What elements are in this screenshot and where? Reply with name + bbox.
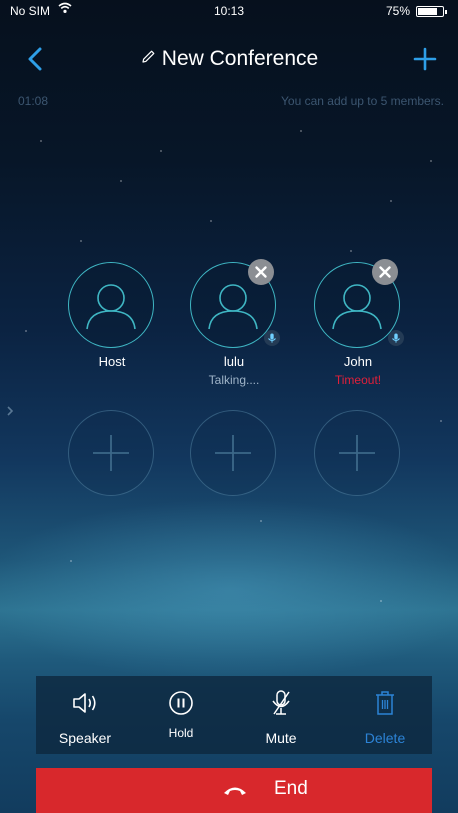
plus-icon xyxy=(339,435,375,471)
status-bar: No SIM 10:13 75% xyxy=(0,0,458,22)
pause-icon xyxy=(169,691,193,715)
avatar[interactable] xyxy=(68,262,154,348)
close-icon xyxy=(379,266,391,278)
mute-button[interactable]: Mute xyxy=(236,676,326,754)
remove-participant-button[interactable] xyxy=(248,259,274,285)
add-member-button[interactable] xyxy=(410,44,440,74)
member-limit-note: You can add up to 5 members. xyxy=(281,94,444,108)
remove-participant-button[interactable] xyxy=(372,259,398,285)
end-call-label: End xyxy=(274,778,308,799)
call-timer: 01:08 xyxy=(18,94,49,108)
add-member-slot[interactable] xyxy=(68,410,154,496)
conference-screen: No SIM 10:13 75% New Conference 01:08 Yo… xyxy=(0,0,458,813)
participant-status: Timeout! xyxy=(334,373,382,387)
call-controls: Speaker Hold Mute Delete xyxy=(36,676,432,754)
mic-off-icon xyxy=(272,690,290,715)
hold-label: Hold xyxy=(168,726,194,740)
speaker-icon xyxy=(73,693,96,713)
speaker-button[interactable]: Speaker xyxy=(40,676,130,754)
participant-name: John xyxy=(343,354,373,369)
mute-label: Mute xyxy=(265,730,297,746)
mic-icon xyxy=(264,330,280,346)
plus-icon xyxy=(413,47,437,71)
speaker-label: Speaker xyxy=(58,730,112,746)
mic-icon xyxy=(388,330,404,346)
plus-icon xyxy=(215,435,251,471)
title-bar: New Conference xyxy=(0,44,458,74)
delete-button[interactable]: Delete xyxy=(340,676,430,754)
add-member-slot[interactable] xyxy=(314,410,400,496)
trash-icon xyxy=(376,691,394,715)
person-icon xyxy=(86,284,136,330)
close-icon xyxy=(255,266,267,278)
participant-host[interactable]: Host xyxy=(62,262,162,402)
participant-name: Host xyxy=(98,354,126,369)
hang-up-icon xyxy=(224,787,246,795)
chevron-right-icon[interactable] xyxy=(6,404,14,418)
delete-label: Delete xyxy=(364,730,406,746)
participant-name: lulu xyxy=(223,354,245,369)
hold-button[interactable]: Hold xyxy=(136,676,226,754)
add-member-slot[interactable] xyxy=(190,410,276,496)
participant-lulu[interactable]: lulu Talking.... xyxy=(184,259,284,402)
plus-icon xyxy=(93,435,129,471)
pencil-icon[interactable] xyxy=(140,49,156,70)
battery-percent: 75% xyxy=(385,4,410,18)
battery-icon xyxy=(416,6,447,17)
end-call-button[interactable]: End xyxy=(36,768,432,813)
page-title[interactable]: New Conference xyxy=(162,47,318,71)
participant-status: Talking.... xyxy=(208,373,260,387)
participant-john[interactable]: John Timeout! xyxy=(308,259,408,402)
